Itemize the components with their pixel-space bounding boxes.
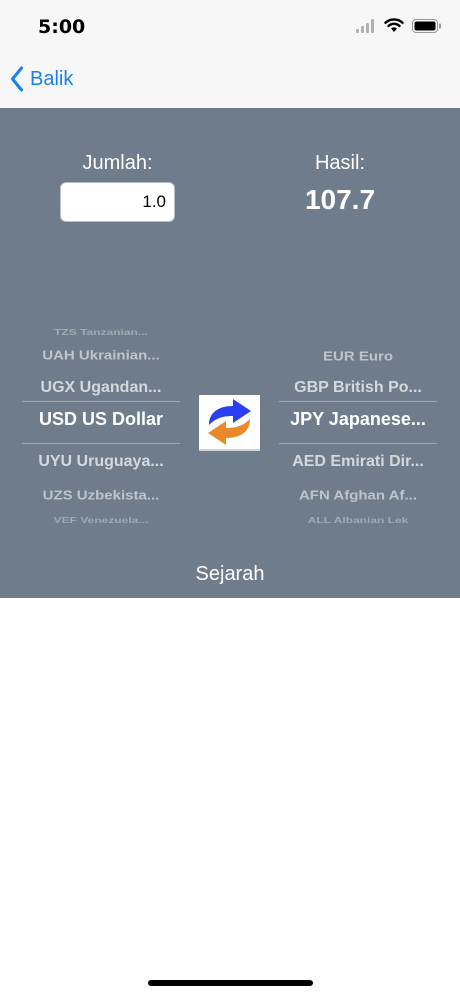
status-bar: 5:00 (0, 0, 460, 58)
picker-row[interactable]: UAH Ukrainian... (22, 348, 180, 363)
picker-row[interactable]: UZS Uzbekista... (22, 488, 180, 503)
home-indicator (148, 980, 313, 986)
picker-row[interactable]: AED Emirati Dir... (279, 453, 437, 471)
amount-input[interactable] (60, 182, 175, 222)
amount-label: Jumlah: (82, 152, 153, 174)
status-icons (356, 18, 442, 33)
picker-row[interactable]: GBP British Po... (279, 379, 437, 397)
picker-row[interactable]: UGX Ugandan... (22, 379, 180, 397)
back-label: Balik (30, 67, 74, 90)
picker-row[interactable]: UYU Uruguaya... (22, 453, 180, 471)
result-value: 107.7 (304, 184, 376, 215)
to-selected-currency[interactable]: JPY Japanese... (279, 409, 437, 430)
from-currency-picker[interactable]: TZS Tanzanian... UAH Ukrainian... UGX Ug… (22, 303, 180, 538)
status-time: 5:00 (38, 16, 86, 38)
selection-line-bottom (22, 443, 180, 444)
picker-row[interactable]: AFN Afghan Af... (279, 488, 437, 503)
selection-line-top (279, 401, 437, 402)
chevron-left-icon (11, 66, 23, 92)
signal-icon (356, 18, 374, 33)
swap-button[interactable] (199, 395, 260, 451)
back-button[interactable]: Balik (10, 66, 73, 92)
picker-row[interactable]: TZS Tanzanian... (22, 327, 180, 337)
selection-line-bottom (279, 443, 437, 444)
swap-arrows-icon (208, 399, 251, 445)
nav-bar: Balik (0, 58, 460, 108)
result-label: Hasil: (314, 152, 365, 174)
selection-line-top (22, 401, 180, 402)
from-selected-currency[interactable]: USD US Dollar (22, 409, 180, 430)
to-currency-picker[interactable]: EUR Euro GBP British Po... JPY Japanese.… (279, 303, 437, 538)
converter-panel: Jumlah: Hasil: 107.7 TZS Tanzanian... UA… (0, 108, 460, 598)
picker-row[interactable]: EUR Euro (279, 349, 437, 364)
picker-row[interactable]: ALL Albanian Lek (279, 515, 437, 525)
picker-row[interactable]: VEF Venezuela... (22, 515, 180, 525)
wifi-icon (384, 18, 404, 32)
history-button[interactable]: Sejarah (130, 563, 330, 586)
battery-icon (412, 18, 441, 33)
